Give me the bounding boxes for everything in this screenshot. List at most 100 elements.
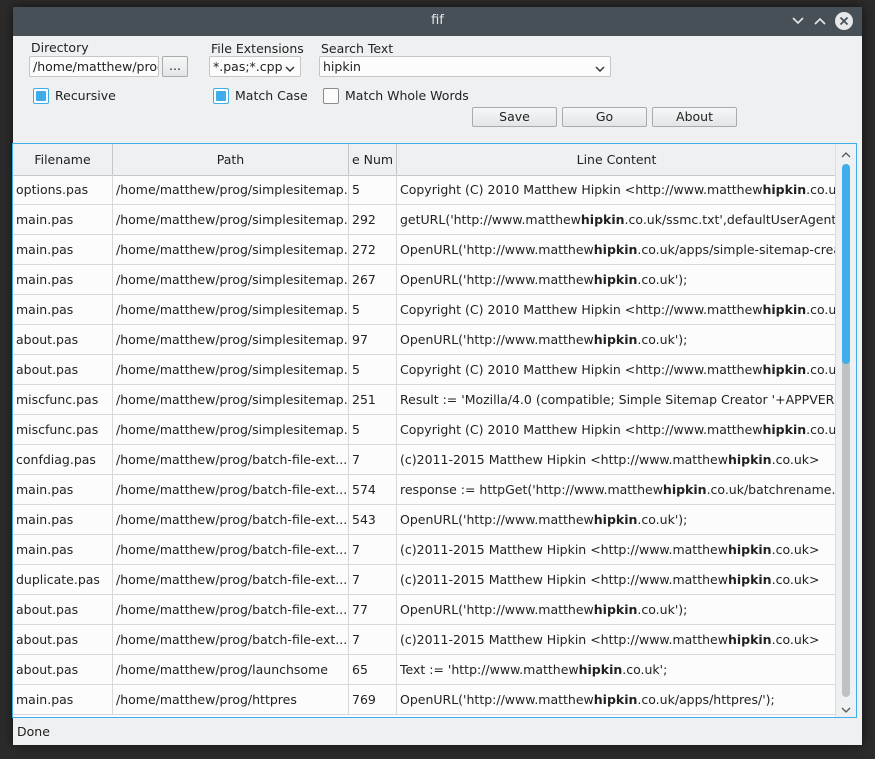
path-cell: /home/matthew/prog/httpres — [113, 685, 349, 714]
line-content-cell: Copyright (C) 2010 Matthew Hipkin <http:… — [397, 415, 837, 444]
header-line-num[interactable]: e Num — [349, 144, 397, 175]
line-text: .co.uk/batchrename.txt'); — [706, 482, 837, 497]
recursive-checkbox[interactable] — [33, 88, 49, 104]
match-highlight: hipkin — [593, 332, 638, 347]
line-text: getURL('http://www.matthew — [400, 212, 581, 227]
path-cell: /home/matthew/prog/batch-file-ext... — [113, 535, 349, 564]
table-row[interactable]: main.pas/home/matthew/prog/batch-file-ex… — [13, 475, 837, 505]
grid-rows: options.pas/home/matthew/prog/simplesite… — [13, 175, 837, 715]
line-text: .co.uk> — [771, 542, 820, 557]
save-button[interactable]: Save — [472, 107, 557, 127]
table-row[interactable]: main.pas/home/matthew/prog/simplesitemap… — [13, 235, 837, 265]
table-row[interactable]: confdiag.pas/home/matthew/prog/batch-fil… — [13, 445, 835, 475]
path-cell: /home/matthew/prog/batch-file-ext... — [113, 505, 349, 534]
line-num-cell: 77 — [349, 595, 397, 624]
line-text: .co.uk/apps/simple-sitemap-creator/ — [637, 242, 837, 257]
scroll-up-icon[interactable] — [840, 148, 852, 163]
minimize-icon[interactable] — [789, 12, 807, 30]
line-content-cell: Copyright (C) 2010 Matthew Hipkin <http:… — [397, 175, 837, 204]
table-row[interactable]: main.pas/home/matthew/prog/batch-file-ex… — [13, 535, 835, 565]
maximize-icon[interactable] — [811, 12, 829, 30]
filename-cell: confdiag.pas — [13, 445, 113, 474]
line-content-cell: (c)2011-2015 Matthew Hipkin <http://www.… — [397, 535, 837, 564]
line-text: response := httpGet('http://www.matthew — [400, 482, 663, 497]
match-case-label: Match Case — [235, 88, 308, 103]
match-whole-words-label: Match Whole Words — [345, 88, 469, 103]
status-bar: Done — [17, 724, 50, 739]
filename-cell: main.pas — [13, 535, 113, 564]
match-highlight: hipkin — [578, 662, 623, 677]
header-line-content[interactable]: Line Content — [397, 144, 837, 175]
close-icon[interactable] — [835, 12, 853, 30]
line-text: .co.uk'); — [637, 602, 688, 617]
grid-header: Filename Path e Num Line Content — [13, 144, 837, 176]
line-content-cell: OpenURL('http://www.matthewhipkin.co.uk'… — [397, 505, 837, 534]
filename-cell: miscfunc.pas — [13, 385, 113, 414]
line-text: .co.uk'); — [637, 512, 688, 527]
line-content-cell: OpenURL('http://www.matthewhipkin.co.uk'… — [397, 325, 837, 354]
table-row[interactable]: about.pas/home/matthew/prog/batch-file-e… — [13, 595, 835, 625]
line-content-cell: Text := 'http://www.matthewhipkin.co.uk'… — [397, 655, 837, 684]
search-combo[interactable]: hipkin — [319, 56, 611, 77]
app-window: fif Directory /home/matthew/prog ... Fil… — [12, 7, 862, 745]
table-row[interactable]: about.pas/home/matthew/prog/batch-file-e… — [13, 625, 835, 655]
extensions-combo[interactable]: *.pas;*.cpp — [209, 56, 301, 77]
go-button[interactable]: Go — [562, 107, 647, 127]
path-cell: /home/matthew/prog/launchsome — [113, 655, 349, 684]
vertical-scrollbar[interactable] — [835, 144, 856, 717]
extensions-label: File Extensions — [211, 41, 304, 56]
line-content-cell: Copyright (C) 2010 Matthew Hipkin <http:… — [397, 295, 837, 324]
match-whole-words-checkbox[interactable] — [323, 88, 339, 104]
match-case-checkbox[interactable] — [213, 88, 229, 104]
table-row[interactable]: miscfunc.pas/home/matthew/prog/simplesit… — [13, 415, 837, 445]
match-highlight: hipkin — [580, 212, 625, 227]
line-text: (c)2011-2015 Matthew Hipkin <http://www.… — [400, 632, 728, 647]
table-row[interactable]: main.pas/home/matthew/prog/simplesitemap… — [13, 205, 837, 235]
title-bar[interactable]: fif — [13, 7, 862, 36]
search-label: Search Text — [321, 41, 394, 56]
path-cell: /home/matthew/prog/simplesitemap... — [113, 325, 349, 354]
browse-button[interactable]: ... — [162, 56, 188, 77]
path-cell: /home/matthew/prog/simplesitemap... — [113, 355, 349, 384]
chevron-down-icon — [284, 61, 296, 76]
line-num-cell: 65 — [349, 655, 397, 684]
table-row[interactable]: main.pas/home/matthew/prog/simplesitemap… — [13, 295, 837, 325]
path-cell: /home/matthew/prog/simplesitemap... — [113, 385, 349, 414]
header-filename[interactable]: Filename — [13, 144, 113, 175]
filename-cell: main.pas — [13, 295, 113, 324]
table-row[interactable]: about.pas/home/matthew/prog/simplesitema… — [13, 355, 837, 385]
header-path[interactable]: Path — [113, 144, 349, 175]
table-row[interactable]: about.pas/home/matthew/prog/simplesitema… — [13, 325, 835, 355]
line-content-cell: OpenURL('http://www.matthewhipkin.co.uk/… — [397, 235, 837, 264]
line-text: Copyright (C) 2010 Matthew Hipkin <http:… — [400, 182, 763, 197]
filename-cell: main.pas — [13, 205, 113, 234]
line-num-cell: 5 — [349, 415, 397, 444]
path-cell: /home/matthew/prog/batch-file-ext... — [113, 595, 349, 624]
table-row[interactable]: miscfunc.pas/home/matthew/prog/simplesit… — [13, 385, 837, 415]
line-text: .co.uk> — [806, 182, 837, 197]
line-num-cell: 267 — [349, 265, 397, 294]
filename-cell: main.pas — [13, 235, 113, 264]
table-row[interactable]: options.pas/home/matthew/prog/simplesite… — [13, 175, 837, 205]
table-row[interactable]: about.pas/home/matthew/prog/launchsome 65… — [13, 655, 835, 685]
line-content-cell: Result := 'Mozilla/4.0 (compatible; Simp… — [397, 385, 837, 414]
table-row[interactable]: main.pas/home/matthew/prog/httpres 769 Ope… — [13, 685, 835, 715]
path-cell: /home/matthew/prog/batch-file-ext... — [113, 445, 349, 474]
directory-input[interactable]: /home/matthew/prog — [29, 56, 159, 77]
line-content-cell: (c)2011-2015 Matthew Hipkin <http://www.… — [397, 445, 837, 474]
line-text: .co.uk'; — [622, 662, 668, 677]
table-row[interactable]: duplicate.pas/home/matthew/prog/batch-fi… — [13, 565, 835, 595]
results-grid[interactable]: Filename Path e Num Line Content options… — [12, 143, 857, 718]
scroll-thumb[interactable] — [842, 164, 850, 364]
about-button[interactable]: About — [652, 107, 737, 127]
line-text: .co.uk'); — [637, 272, 688, 287]
scroll-down-icon[interactable] — [840, 703, 852, 717]
table-row[interactable]: main.pas/home/matthew/prog/batch-file-ex… — [13, 505, 835, 535]
line-text: .co.uk> — [771, 452, 820, 467]
path-cell: /home/matthew/prog/simplesitemap... — [113, 235, 349, 264]
table-row[interactable]: main.pas/home/matthew/prog/simplesitemap… — [13, 265, 835, 295]
line-num-cell: 574 — [349, 475, 397, 504]
filename-cell: main.pas — [13, 265, 113, 294]
line-text: .co.uk/ssmc.txt',defaultUserAgent,respon — [624, 212, 837, 227]
line-text: .co.uk> — [806, 302, 837, 317]
